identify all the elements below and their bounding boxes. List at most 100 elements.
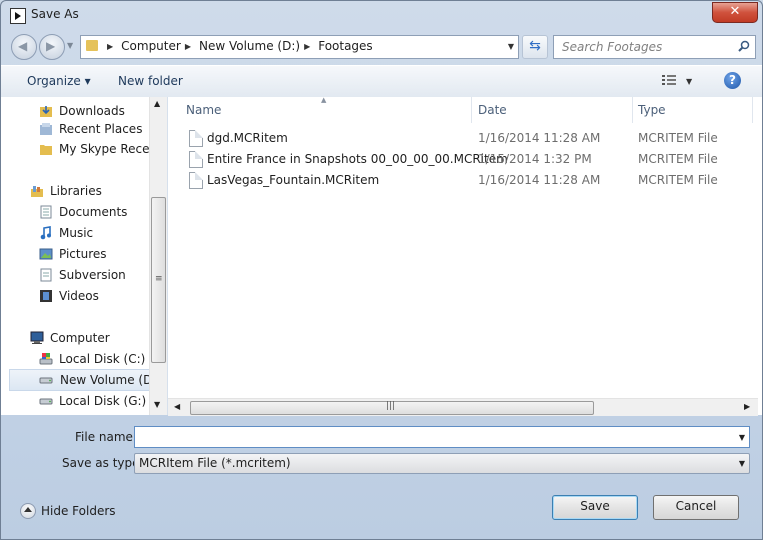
file-list: ▲ Name Date Type dgd.MCRitem 1/16/2014 1… [168,96,762,415]
grip-icon: ||| [386,401,396,411]
help-button[interactable]: ? [724,72,741,89]
chevron-down-icon[interactable]: ▼ [739,459,745,468]
view-options-icon[interactable] [662,74,677,87]
file-icon [189,172,203,189]
downloads-folder-icon [40,106,52,117]
cancel-button[interactable]: Cancel [653,495,739,520]
breadcrumb-footages[interactable]: Footages [318,39,372,53]
scrollbar-thumb[interactable]: ||| [190,401,594,415]
sidebar-item-recent-places[interactable]: Recent Places [1,119,149,139]
scrollbar-thumb[interactable]: ≡ [151,197,166,363]
recent-locations-dropdown[interactable]: ▼ [67,41,73,50]
sidebar-item-documents[interactable]: Documents [1,202,149,222]
scroll-down-icon[interactable]: ▼ [154,400,160,409]
breadcrumb-new-volume[interactable]: New Volume (D:) [199,39,300,53]
table-row[interactable]: dgd.MCRitem 1/16/2014 11:28 AM MCRITEM F… [168,128,762,149]
chevron-right-icon[interactable]: ▶ [107,42,113,51]
drive-icon [39,398,53,405]
save-button[interactable]: Save [552,495,638,520]
chevron-right-icon[interactable]: ▶ [304,42,310,51]
file-name-label: File name: [75,430,137,444]
column-header-label: Date [478,103,507,117]
close-button[interactable]: ✕ [712,2,758,23]
sidebar-item-new-volume-d[interactable]: New Volume (D:) [9,369,150,391]
window-title: Save As [31,7,79,21]
forward-arrow-icon: ▶ [46,39,56,53]
hide-folders-label: Hide Folders [41,504,116,518]
breadcrumb: ▶ Computer ▶ New Volume (D:) ▶ Footages [103,39,373,53]
file-list-scrollbar[interactable]: ◀ ||| ▶ [168,398,758,416]
sidebar-item-music[interactable]: Music [1,223,149,243]
chevron-right-icon[interactable]: ▶ [185,42,191,51]
view-dropdown-icon[interactable]: ▼ [686,77,692,86]
file-date: 1/16/2014 11:28 AM [478,173,601,187]
search-icon[interactable] [738,40,750,52]
scroll-right-icon[interactable]: ▶ [744,402,750,411]
sidebar-item-local-disk-c[interactable]: Local Disk (C:) [1,349,149,369]
address-bar[interactable]: ▶ Computer ▶ New Volume (D:) ▶ Footages … [80,35,519,59]
sidebar-item-computer[interactable]: Computer [1,328,149,348]
forward-button[interactable]: ▶ [39,34,65,60]
pictures-icon [39,248,53,260]
navigation-pane: Downloads Recent Places My Skype Receive… [1,97,168,415]
address-dropdown-icon[interactable]: ▼ [508,42,514,51]
breadcrumb-computer[interactable]: Computer [121,39,181,53]
file-date: 1/16/2014 11:28 AM [478,131,601,145]
scroll-left-icon[interactable]: ◀ [174,402,180,411]
sidebar-item-label: Computer [50,331,110,345]
sidebar-item-subversion[interactable]: Subversion [1,265,149,285]
refresh-button[interactable]: ⇆ [522,35,548,59]
file-icon [189,151,203,168]
sidebar-item-downloads[interactable]: Downloads [1,101,149,121]
organize-button[interactable]: Organize ▾ [27,74,91,88]
sidebar-item-label: Local Disk (G:) [59,394,147,408]
navigation-bar: ◀ ▶ ▼ ▶ Computer ▶ New Volume (D:) ▶ Foo… [1,31,762,63]
save-as-dialog: Save As ✕ ◀ ▶ ▼ ▶ Computer ▶ New Volume … [0,0,763,540]
sidebar-item-label: My Skype Received Files [59,142,149,156]
sidebar-item-label: Recent Places [59,122,143,136]
file-icon [189,130,203,147]
sidebar-item-videos[interactable]: Videos [1,286,149,306]
column-header-date[interactable]: Date [478,97,633,123]
sidebar-item-local-disk-g[interactable]: Local Disk (G:) [1,391,149,411]
local-disk-icon [39,353,53,365]
back-button[interactable]: ◀ [11,34,37,60]
file-name-field[interactable]: ▼ [134,426,750,448]
table-row[interactable]: Entire France in Snapshots 00_00_00_00.M… [168,149,762,170]
folder-icon [86,40,98,51]
sidebar-item-skype-files[interactable]: My Skype Received Files [1,139,149,159]
search-placeholder: Search Footages [562,40,663,54]
sidebar-item-label: Documents [59,205,128,219]
drive-icon [39,377,53,384]
column-header-type[interactable]: Type [638,97,753,123]
grip-icon: ≡ [155,274,163,284]
back-arrow-icon: ◀ [18,39,28,53]
search-input[interactable]: Search Footages [553,35,756,59]
sidebar-item-label: Subversion [59,268,126,282]
document-icon [40,268,52,282]
navigation-scrollbar[interactable]: ▲ ≡ ▼ [149,97,167,415]
sidebar-item-label: Pictures [59,247,107,261]
save-type-value: MCRItem File (*.mcritem) [139,456,291,470]
sidebar-item-label: Videos [59,289,99,303]
sidebar-item-label: New Volume (D:) [60,373,149,387]
file-type: MCRITEM File [638,131,718,145]
file-name: dgd.MCRitem [207,131,288,145]
sidebar-item-pictures[interactable]: Pictures [1,244,149,264]
recent-places-icon [40,123,52,135]
sidebar-item-label: Music [59,226,94,240]
sidebar-item-label: Local Disk (C:) [59,352,146,366]
collapse-icon [20,503,36,519]
column-header-name[interactable]: Name [186,97,472,123]
chevron-down-icon[interactable]: ▼ [739,433,745,442]
app-icon [10,8,26,24]
save-type-select[interactable]: MCRItem File (*.mcritem) ▼ [134,453,750,474]
sidebar-item-label: Downloads [59,104,125,118]
save-form: File name: ▼ Save as type: MCRItem File … [1,417,762,539]
sidebar-item-libraries[interactable]: Libraries [1,181,149,201]
music-icon [40,226,51,240]
new-folder-button[interactable]: New folder [118,74,183,88]
sidebar-item-label: Libraries [50,184,102,198]
table-row[interactable]: LasVegas_Fountain.MCRitem 1/16/2014 11:2… [168,170,762,191]
scroll-up-icon[interactable]: ▲ [154,99,160,108]
